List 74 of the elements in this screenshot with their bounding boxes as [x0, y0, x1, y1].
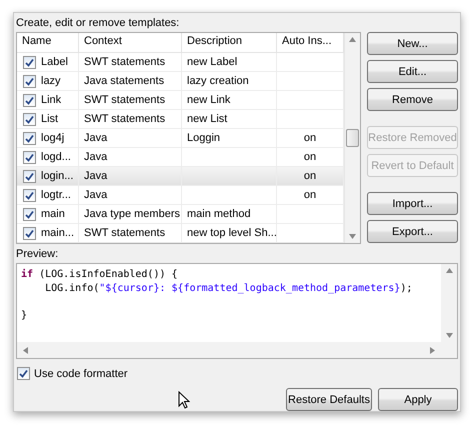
table-cell: Link: [41, 94, 62, 106]
code-line: }: [21, 308, 28, 322]
template-row[interactable]: main... SWT statements new top level Sh...: [17, 224, 344, 243]
code-line: LOG.info("${cursor}: ${formatted_logback_method_parameters});: [44, 282, 414, 295]
templates-label: Create, edit or remove templates:: [16, 16, 180, 31]
checkbox[interactable]: [23, 170, 36, 182]
table-cell: new Label: [182, 53, 277, 71]
table-cell: main...: [41, 227, 74, 239]
template-row[interactable]: Label SWT statements new Label: [17, 53, 344, 72]
mouse-pointer-icon: [178, 390, 190, 408]
table-cell: Loggin: [182, 129, 277, 147]
vertical-scrollbar[interactable]: [441, 264, 457, 342]
table-cell: Java: [79, 167, 182, 185]
column-header[interactable]: Name: [17, 33, 79, 52]
checkbox[interactable]: [23, 188, 36, 202]
vertical-scrollbar[interactable]: [344, 33, 360, 243]
checkbox[interactable]: [23, 132, 36, 144]
checkbox[interactable]: [17, 367, 30, 380]
footer-button[interactable]: Apply: [378, 388, 458, 411]
side-button[interactable]: Edit...: [367, 60, 458, 83]
checkbox[interactable]: [23, 150, 36, 164]
table-cell: main method: [182, 205, 277, 223]
checkbox[interactable]: [23, 226, 36, 240]
side-button[interactable]: Export...: [367, 220, 458, 243]
scroll-left-icon[interactable]: [23, 346, 28, 354]
side-button[interactable]: Remove: [367, 88, 458, 111]
code-line: if (LOG.isInfoEnabled()) {: [21, 268, 179, 282]
table-cell: SWT statements: [79, 110, 182, 128]
table-cell: Java type members: [79, 205, 182, 223]
side-button[interactable]: Import...: [367, 192, 458, 215]
template-row[interactable]: main Java type members main method: [17, 205, 344, 224]
scroll-thumb[interactable]: [346, 129, 359, 147]
column-header[interactable]: Description: [182, 33, 277, 52]
template-row[interactable]: logtr... Java on: [17, 186, 344, 205]
table-cell: logd...: [41, 151, 71, 163]
checkbox[interactable]: [23, 74, 36, 88]
table-cell: Java: [79, 129, 182, 147]
template-row[interactable]: lazy Java statements lazy creation: [17, 72, 344, 91]
template-row[interactable]: log4j Java Loggin on: [17, 129, 344, 148]
table-cell: log4j: [41, 132, 64, 144]
scroll-up-icon[interactable]: [349, 37, 356, 42]
table-cell: List: [41, 113, 58, 125]
table-cell: Java: [79, 148, 182, 166]
table-cell: main: [41, 208, 65, 220]
table-cell: Java statements: [79, 72, 182, 90]
checkbox-label: Use code formatter: [34, 368, 128, 380]
table-cell: logtr...: [41, 189, 71, 201]
column-header[interactable]: Context: [79, 33, 182, 52]
table-cell: Label: [41, 56, 68, 68]
scroll-right-icon[interactable]: [430, 346, 435, 354]
scroll-up-icon[interactable]: [446, 268, 452, 273]
table-cell: new top level Sh...: [182, 224, 277, 242]
side-button[interactable]: New...: [367, 32, 458, 55]
table-cell: lazy: [41, 75, 61, 87]
template-row[interactable]: Link SWT statements new Link: [17, 91, 344, 110]
checkbox[interactable]: [23, 94, 36, 106]
checkbox[interactable]: [23, 56, 36, 68]
table-cell: SWT statements: [79, 224, 182, 242]
footer-button[interactable]: Restore Defaults: [286, 388, 372, 411]
table-cell: lazy creation: [182, 72, 277, 90]
checkbox[interactable]: [23, 112, 36, 126]
table-cell: SWT statements: [79, 91, 182, 109]
checkbox[interactable]: [23, 208, 36, 220]
table-cell: new Link: [182, 91, 277, 109]
table-cell: login...: [41, 170, 74, 182]
scroll-down-icon[interactable]: [349, 234, 356, 239]
scroll-down-icon[interactable]: [446, 333, 452, 338]
template-row[interactable]: List SWT statements new List: [17, 110, 344, 129]
table-cell: new List: [182, 110, 277, 128]
preview-label: Preview:: [16, 247, 60, 262]
table-cell: Java: [79, 186, 182, 204]
template-row[interactable]: login... Java on: [17, 167, 344, 186]
table-cell: SWT statements: [79, 53, 182, 71]
horizontal-scrollbar[interactable]: [17, 342, 441, 358]
